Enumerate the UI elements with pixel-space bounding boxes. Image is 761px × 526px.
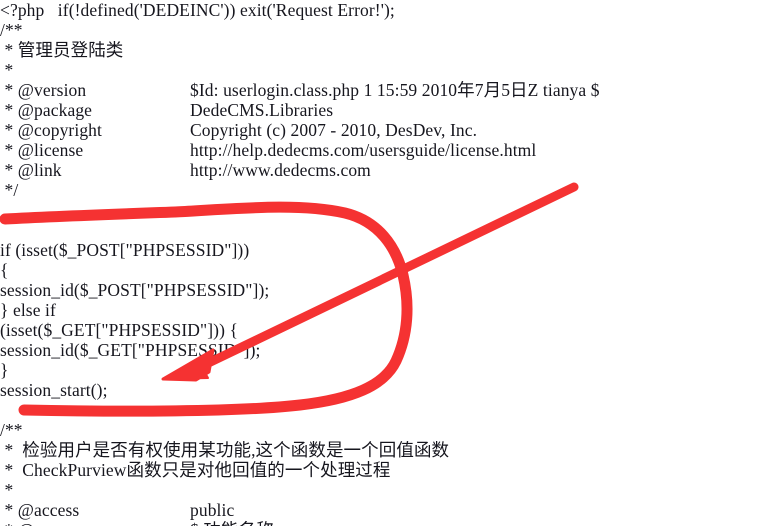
code-line-text: } else if — [0, 300, 56, 320]
code-line-19: } — [0, 360, 761, 380]
code-line-24: * CheckPurview函数只是对他回值的一个处理过程 — [0, 460, 761, 480]
code-line-text: session_id($_GET["PHPSESSID"]); — [0, 340, 261, 360]
code-line-text: } — [0, 360, 9, 380]
code-line-text: { — [0, 260, 9, 280]
code-line-26: * @access public — [0, 500, 761, 520]
code-line-text: * CheckPurview函数只是对他回值的一个处理过程 — [0, 460, 391, 480]
code-line-text: /** — [0, 20, 23, 40]
docblock-value: Copyright (c) 2007 - 2010, DesDev, Inc. — [190, 120, 478, 140]
docblock-tag: * @version — [0, 80, 87, 100]
code-line-25: * — [0, 480, 761, 500]
code-line-18: session_id($_GET["PHPSESSID"]); — [0, 340, 761, 360]
code-line-17: (isset($_GET["PHPSESSID"])) { — [0, 320, 761, 340]
code-line-text: /** — [0, 420, 23, 440]
code-line-text: (isset($_GET["PHPSESSID"])) { — [0, 320, 239, 340]
code-line-27: * @param$ 功能名称 — [0, 520, 761, 526]
docblock-tag: * @access — [0, 500, 80, 520]
code-line-16: } else if — [0, 300, 761, 320]
code-line-text: <?php if(!defined('DEDEINC')) exit('Requ… — [0, 0, 395, 20]
code-line-text: */ — [0, 180, 19, 200]
code-line-22: /** — [0, 420, 761, 440]
code-line-text: * — [0, 60, 14, 80]
code-line-5: * @version $Id: userlogin.class.php 1 15:… — [0, 80, 761, 100]
code-line-text: * 检验用户是否有权使用某功能,这个函数是一个回值函数 — [0, 440, 450, 460]
code-screenshot: <?php if(!defined('DEDEINC')) exit('Requ… — [0, 0, 761, 526]
code-line-3: * 管理员登陆类 — [0, 40, 761, 60]
code-line-20: session_start(); — [0, 380, 761, 400]
code-line-2: /** — [0, 20, 761, 40]
docblock-value: $ 功能名称 — [190, 520, 274, 526]
code-line-4: * — [0, 60, 761, 80]
code-line-8: * @license http://help.dedecms.com/usersg… — [0, 140, 761, 160]
docblock-tag: * @license — [0, 140, 84, 160]
code-line-6: * @package DedeCMS.Libraries — [0, 100, 761, 120]
code-line-10: */ — [0, 180, 761, 200]
code-line-text: if (isset($_POST["PHPSESSID"])) — [0, 240, 250, 260]
code-line-15: session_id($_POST["PHPSESSID"]); — [0, 280, 761, 300]
code-line-9: * @link http://www.dedecms.com — [0, 160, 761, 180]
docblock-tag: * @param — [0, 520, 190, 526]
code-line-23: * 检验用户是否有权使用某功能,这个函数是一个回值函数 — [0, 440, 761, 460]
docblock-value: $Id: userlogin.class.php 1 15:59 2010年7月… — [190, 80, 600, 100]
docblock-value: DedeCMS.Libraries — [190, 100, 334, 120]
code-text-area[interactable]: <?php if(!defined('DEDEINC')) exit('Requ… — [0, 0, 761, 526]
docblock-tag: * @copyright — [0, 120, 102, 140]
code-line-7: * @copyright Copyright (c) 2007 - 2010, D… — [0, 120, 761, 140]
docblock-tag: * @link — [0, 160, 62, 180]
docblock-value: http://www.dedecms.com — [190, 160, 371, 180]
code-line-text: * 管理员登陆类 — [0, 40, 124, 60]
code-line-14: { — [0, 260, 761, 280]
code-line-text: * — [0, 480, 14, 500]
code-line-13: if (isset($_POST["PHPSESSID"])) — [0, 240, 761, 260]
docblock-value: http://help.dedecms.com/usersguide/licen… — [190, 140, 537, 160]
docblock-value: public — [190, 500, 235, 520]
docblock-tag: * @package — [0, 100, 93, 120]
code-line-text: session_id($_POST["PHPSESSID"]); — [0, 280, 270, 300]
code-line-text: session_start(); — [0, 380, 108, 400]
code-line-1: <?php if(!defined('DEDEINC')) exit('Requ… — [0, 0, 761, 20]
